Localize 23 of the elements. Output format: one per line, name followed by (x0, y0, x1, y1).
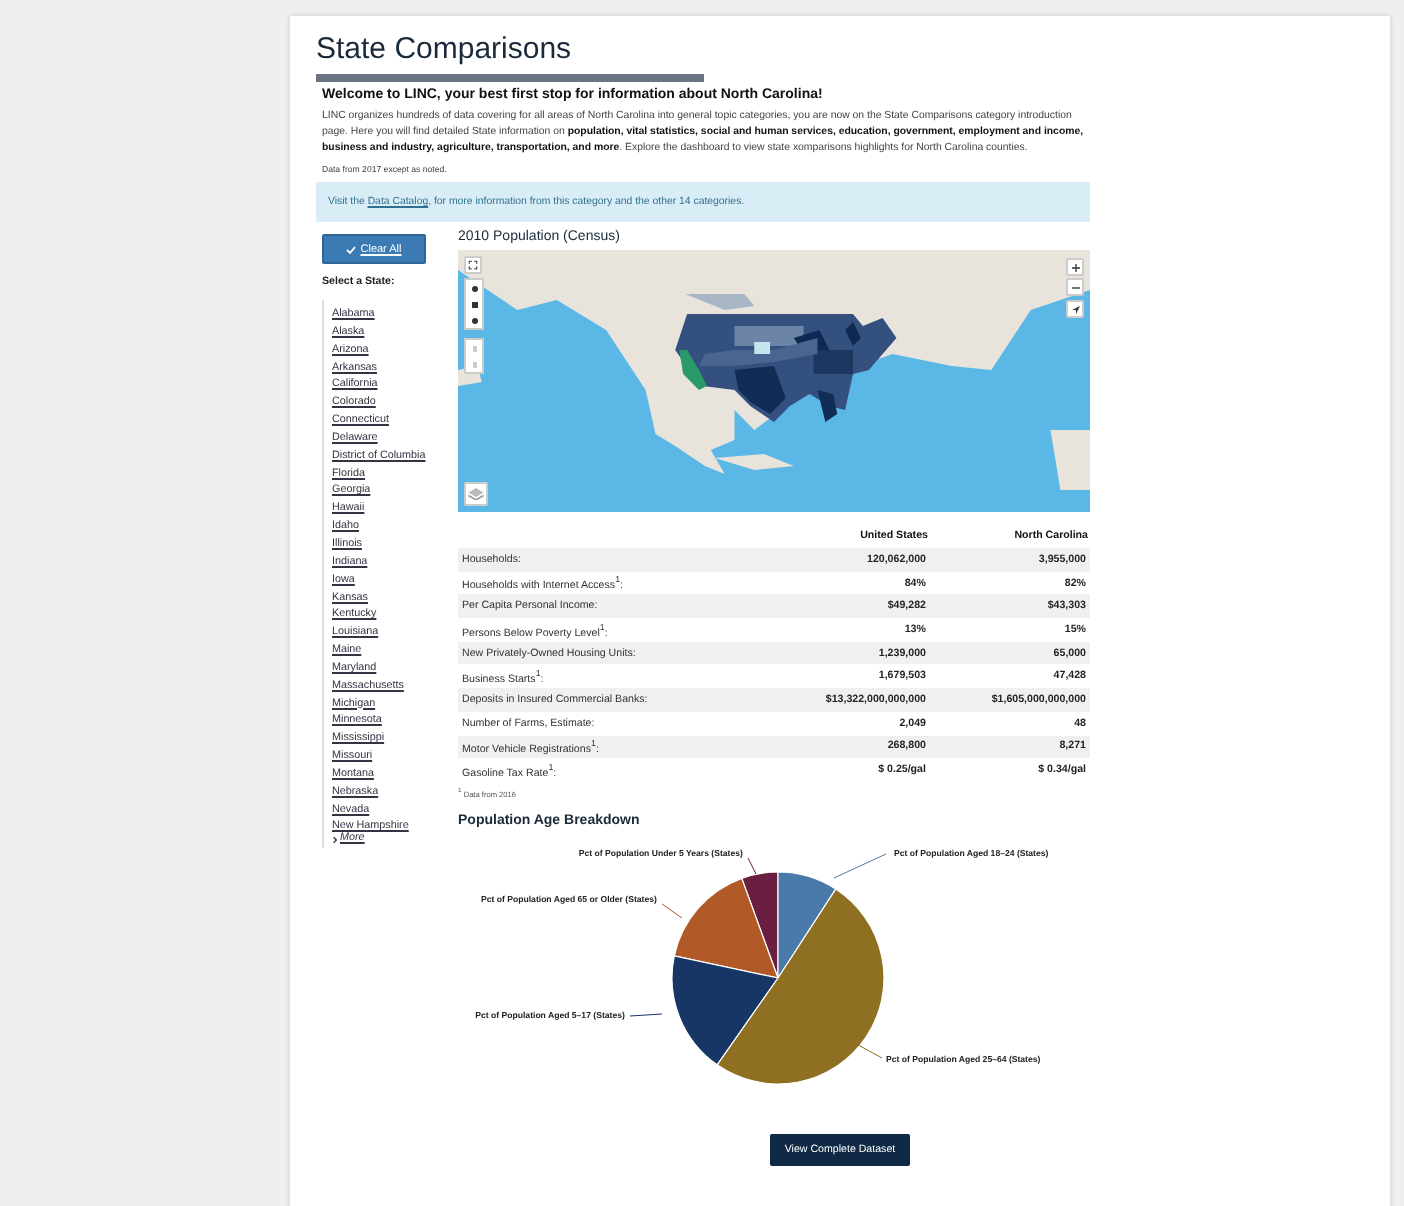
page-title: State Comparisons (316, 32, 574, 66)
layers-button[interactable] (464, 482, 488, 506)
leader-line (747, 857, 757, 875)
rectangle-tool-button[interactable] (466, 296, 482, 312)
dot-icon (471, 285, 477, 291)
arrow-icon (1071, 305, 1079, 313)
zoom-out-button[interactable] (1066, 278, 1084, 296)
leader-line (629, 1013, 663, 1017)
locate-button[interactable] (1066, 300, 1084, 318)
plus-icon (1071, 263, 1079, 271)
check-icon (346, 245, 357, 253)
fullscreen-icon (468, 260, 478, 270)
zoom-in-button[interactable] (1066, 258, 1084, 276)
layers-icon (468, 488, 484, 500)
leader-line (833, 853, 887, 879)
minus-icon (1071, 283, 1079, 291)
square-icon (471, 301, 477, 307)
chevron-icon (332, 835, 338, 844)
marker-tool-button[interactable] (466, 312, 482, 328)
polygon-tool-button[interactable] (466, 280, 482, 296)
leader-line (661, 903, 683, 919)
dot-icon (471, 317, 477, 323)
fullscreen-button[interactable] (464, 256, 482, 274)
